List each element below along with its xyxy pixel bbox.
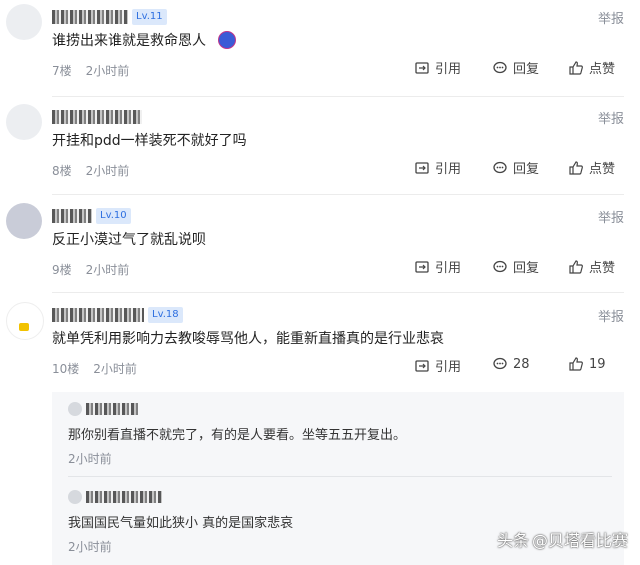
reply-username[interactable] xyxy=(68,402,138,416)
comment-text: 就单凭利用影响力去教唆辱骂他人，能重新直播真的是行业悲哀 xyxy=(52,331,444,347)
emoji-icon xyxy=(218,31,236,49)
username[interactable]: Lv.11 xyxy=(52,8,167,26)
divider xyxy=(52,194,624,195)
username[interactable]: Lv.18 xyxy=(52,306,183,324)
quote-button[interactable]: 引用 xyxy=(414,58,461,77)
reply-timestamp: 2小时前 xyxy=(68,540,112,554)
quote-label: 引用 xyxy=(435,162,462,177)
reply-button[interactable]: 回复 xyxy=(492,158,539,177)
reply-icon xyxy=(493,260,507,272)
reply-icon xyxy=(493,357,507,370)
reply-label: 回复 xyxy=(513,261,540,276)
quote-button[interactable]: 引用 xyxy=(414,257,461,276)
like-button[interactable]: 点赞 xyxy=(568,58,615,77)
comment-text: 反正小漠过气了就乱说呗 xyxy=(52,232,206,248)
divider xyxy=(52,96,624,97)
watermark-author: @贝塔看比赛 xyxy=(531,531,628,550)
quote-label: 引用 xyxy=(435,62,462,77)
like-count: 19 xyxy=(589,356,606,372)
quote-icon xyxy=(415,161,429,174)
quote-icon xyxy=(415,359,429,372)
comment-text: 谁捞出来谁就是救命恩人 xyxy=(52,33,206,49)
like-label: 点赞 xyxy=(589,261,616,276)
quote-label: 引用 xyxy=(435,360,462,375)
reply-text: 那你别看直播不就完了，有的是人要看。坐等五五开复出。 xyxy=(68,428,407,443)
avatar[interactable] xyxy=(6,302,44,340)
like-button[interactable]: 点赞 xyxy=(568,257,615,276)
reply-item: 那你别看直播不就完了，有的是人要看。坐等五五开复出。 2小时前 xyxy=(68,402,618,472)
blurred-username xyxy=(52,308,144,322)
avatar[interactable] xyxy=(6,203,42,239)
report-button[interactable]: 举报 xyxy=(598,207,624,226)
comment-2: 举报 开挂和pdd一样装死不就好了吗 8楼 2小时前 引用 回复 点赞 xyxy=(0,100,640,192)
reply-text: 我国国民气量如此狭小 真的是国家悲哀 xyxy=(68,516,294,531)
reply-button[interactable]: 28 xyxy=(492,356,530,372)
like-button[interactable]: 点赞 xyxy=(568,158,615,177)
blurred-username xyxy=(86,491,162,503)
reply-button[interactable]: 回复 xyxy=(492,58,539,77)
reply-divider xyxy=(68,476,612,477)
username[interactable]: Lv.10 xyxy=(52,207,131,225)
avatar[interactable] xyxy=(6,4,42,40)
comment-4: Lv.18 举报 就单凭利用影响力去教唆辱骂他人，能重新直播真的是行业悲哀 10… xyxy=(0,298,640,390)
blurred-username xyxy=(52,10,128,24)
watermark-platform: 头条 xyxy=(496,531,529,550)
like-label: 点赞 xyxy=(589,62,616,77)
level-badge: Lv.10 xyxy=(96,208,131,224)
quote-button[interactable]: 引用 xyxy=(414,158,461,177)
blurred-username xyxy=(52,110,142,124)
quote-icon xyxy=(415,260,429,273)
reply-avatar[interactable] xyxy=(68,402,82,416)
reply-icon xyxy=(493,161,507,173)
reply-count: 28 xyxy=(513,356,530,372)
comment-text: 开挂和pdd一样装死不就好了吗 xyxy=(52,133,247,149)
username[interactable] xyxy=(52,108,142,126)
avatar[interactable] xyxy=(6,104,42,140)
like-label: 点赞 xyxy=(589,162,616,177)
reply-label: 回复 xyxy=(513,62,540,77)
level-badge: Lv.18 xyxy=(148,307,183,323)
quote-button[interactable]: 引用 xyxy=(414,356,461,375)
report-button[interactable]: 举报 xyxy=(598,108,624,127)
thumbs-up-icon xyxy=(569,259,583,274)
report-button[interactable]: 举报 xyxy=(598,306,624,325)
level-badge: Lv.11 xyxy=(132,9,167,25)
blurred-username xyxy=(86,403,138,415)
reply-timestamp: 2小时前 xyxy=(68,452,112,466)
thumbs-up-icon xyxy=(569,60,583,75)
blurred-username xyxy=(52,209,92,223)
thumbs-up-icon xyxy=(569,160,583,175)
comment-3: Lv.10 举报 反正小漠过气了就乱说呗 9楼 2小时前 引用 回复 点赞 xyxy=(0,199,640,291)
thumbs-up-icon xyxy=(569,357,583,371)
quote-label: 引用 xyxy=(435,261,462,276)
avatar-mark-icon xyxy=(19,323,29,331)
report-button[interactable]: 举报 xyxy=(598,8,624,27)
like-button[interactable]: 19 xyxy=(568,356,606,372)
divider xyxy=(52,292,624,293)
reply-avatar[interactable] xyxy=(68,490,82,504)
comment-1: Lv.11 举报 谁捞出来谁就是救命恩人 7楼 2小时前 引用 回复 点赞 xyxy=(0,0,640,92)
reply-icon xyxy=(493,61,507,73)
reply-username[interactable] xyxy=(68,490,162,504)
watermark: 头条 @贝塔看比赛 xyxy=(497,527,628,551)
reply-button[interactable]: 回复 xyxy=(492,257,539,276)
quote-icon xyxy=(415,61,429,74)
reply-label: 回复 xyxy=(513,162,540,177)
